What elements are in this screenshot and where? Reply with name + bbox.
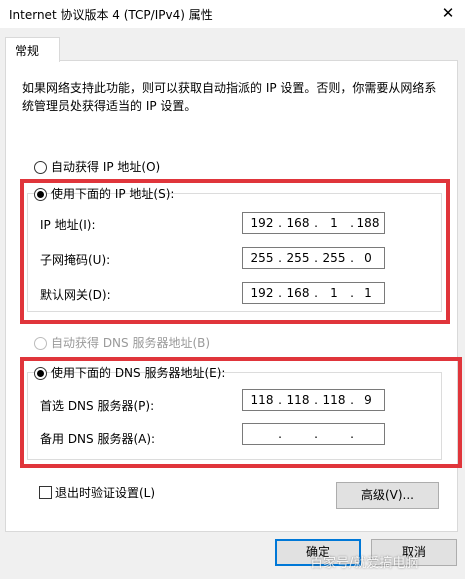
dns-auto-radio[interactable] (34, 337, 47, 350)
window-title: Internet 协议版本 4 (TCP/IPv4) 属性 (9, 8, 213, 22)
dns-auto-label: 自动获得 DNS 服务器地址(B) (51, 336, 211, 350)
description-text: 如果网络支持此功能，则可以获取自动指派的 IP 设置。否则，你需要从网络系统管理… (22, 81, 437, 113)
watermark-text: 百家号/就爱搞电脑 (310, 556, 419, 571)
close-button[interactable]: ✕ (436, 2, 460, 24)
validate-on-exit-label: 退出时验证设置(L) (55, 486, 156, 500)
tab-general[interactable]: 常规 (5, 37, 60, 62)
close-icon: ✕ (441, 4, 455, 22)
ip-auto-radio[interactable] (34, 161, 47, 174)
ip-auto-label: 自动获得 IP 地址(O) (51, 160, 161, 174)
ip-highlight-box (20, 179, 450, 324)
tab-general-label: 常规 (15, 44, 40, 58)
dns-highlight-box (20, 357, 462, 468)
advanced-button[interactable]: 高级(V)... (336, 482, 439, 509)
validate-on-exit-checkbox[interactable] (39, 486, 52, 499)
